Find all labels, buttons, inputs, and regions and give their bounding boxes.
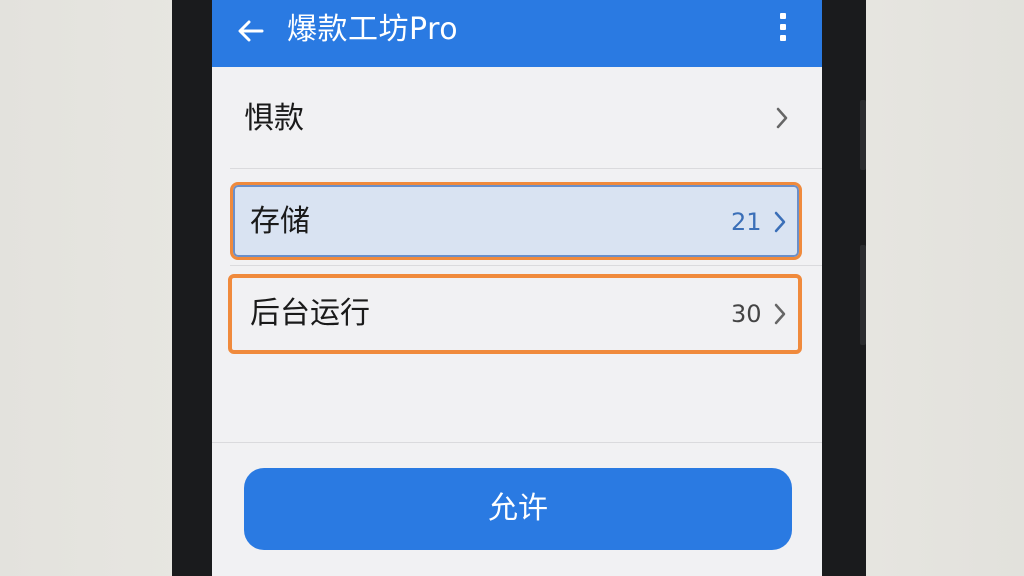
- chevron-right-icon: [774, 211, 786, 233]
- phone-volume-button: [860, 100, 866, 170]
- phone-screen: 爆款工坊Pro 惧款 存储 21 后台运行 30 允许: [212, 0, 822, 576]
- permission-row-label: 后台运行: [250, 296, 370, 331]
- divider: [230, 265, 822, 266]
- allow-button[interactable]: 允许: [244, 468, 792, 550]
- chevron-right-icon: [776, 107, 788, 129]
- permission-row-count: 21: [731, 208, 762, 236]
- app-title: 爆款工坊Pro: [287, 12, 459, 47]
- more-vertical-icon[interactable]: [776, 10, 790, 44]
- permission-row-count: 30: [731, 300, 762, 328]
- permission-row-storage[interactable]: 存储 21: [212, 182, 822, 262]
- divider: [212, 442, 822, 443]
- chevron-right-icon: [774, 303, 786, 325]
- phone-power-button: [860, 245, 866, 345]
- divider: [230, 168, 822, 169]
- permission-row-1[interactable]: 惧款: [212, 67, 822, 169]
- permission-row-label: 惧款: [244, 101, 304, 136]
- app-bar: 爆款工坊Pro: [212, 0, 822, 67]
- permission-row-background[interactable]: 后台运行 30: [212, 274, 822, 354]
- permission-row-label: 存储: [250, 204, 310, 239]
- arrow-left-icon[interactable]: [234, 14, 268, 48]
